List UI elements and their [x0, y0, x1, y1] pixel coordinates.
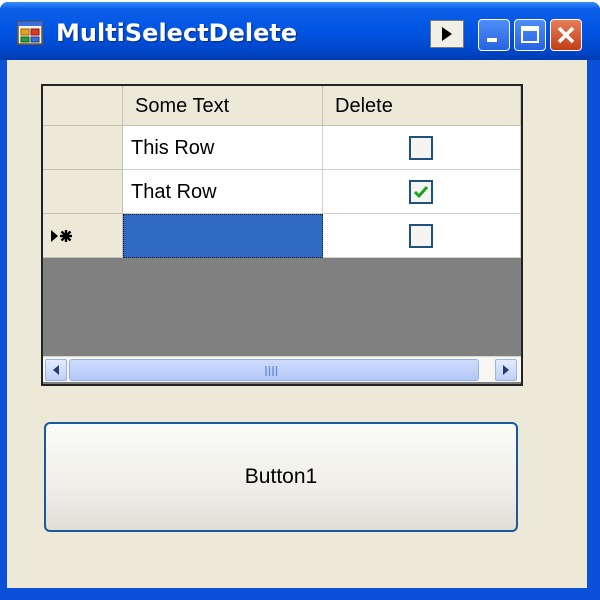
cell-some-text[interactable]: This Row — [123, 126, 323, 170]
scroll-right-button[interactable] — [495, 359, 517, 381]
grip-icon — [265, 366, 278, 376]
column-header-some-text[interactable]: Some Text — [123, 86, 323, 126]
row-header-new-row[interactable] — [43, 214, 123, 258]
delete-checkbox-checked[interactable] — [409, 180, 433, 204]
close-button[interactable] — [550, 19, 582, 51]
column-header-delete[interactable]: Delete — [323, 86, 521, 126]
delete-checkbox[interactable] — [409, 136, 433, 160]
play-button[interactable] — [430, 20, 464, 48]
maximize-icon — [521, 26, 539, 43]
title-bar[interactable]: MultiSelectDelete — [0, 2, 600, 60]
window-title: MultiSelectDelete — [56, 19, 298, 47]
minimize-button[interactable] — [478, 19, 510, 51]
close-icon — [557, 26, 575, 44]
data-grid[interactable]: Some Text Delete This Row That Row — [41, 84, 523, 386]
play-icon — [442, 27, 452, 41]
button1[interactable]: Button1 — [44, 422, 518, 532]
scroll-left-button[interactable] — [45, 359, 67, 381]
scrollbar-thumb[interactable] — [69, 359, 479, 381]
delete-checkbox[interactable] — [409, 224, 433, 248]
checkmark-icon — [413, 186, 429, 199]
maximize-button[interactable] — [514, 19, 546, 51]
grid-corner-header[interactable] — [43, 86, 123, 126]
cell-delete[interactable] — [323, 214, 521, 258]
row-header[interactable] — [43, 170, 123, 214]
new-row-arrow-asterisk-icon — [51, 230, 72, 242]
app-icon — [17, 21, 43, 45]
cell-delete[interactable] — [323, 126, 521, 170]
main-window: MultiSelectDelete Some Text Delete This … — [0, 2, 600, 600]
scroll-left-arrow-icon — [53, 365, 59, 375]
cell-some-text-selected[interactable] — [123, 214, 323, 258]
client-area: Some Text Delete This Row That Row Butto… — [7, 60, 587, 588]
cell-some-text[interactable]: That Row — [123, 170, 323, 214]
scroll-right-arrow-icon — [503, 365, 509, 375]
minimize-icon — [487, 38, 497, 42]
row-header[interactable] — [43, 126, 123, 170]
cell-delete[interactable] — [323, 170, 521, 214]
horizontal-scrollbar[interactable] — [43, 356, 521, 382]
